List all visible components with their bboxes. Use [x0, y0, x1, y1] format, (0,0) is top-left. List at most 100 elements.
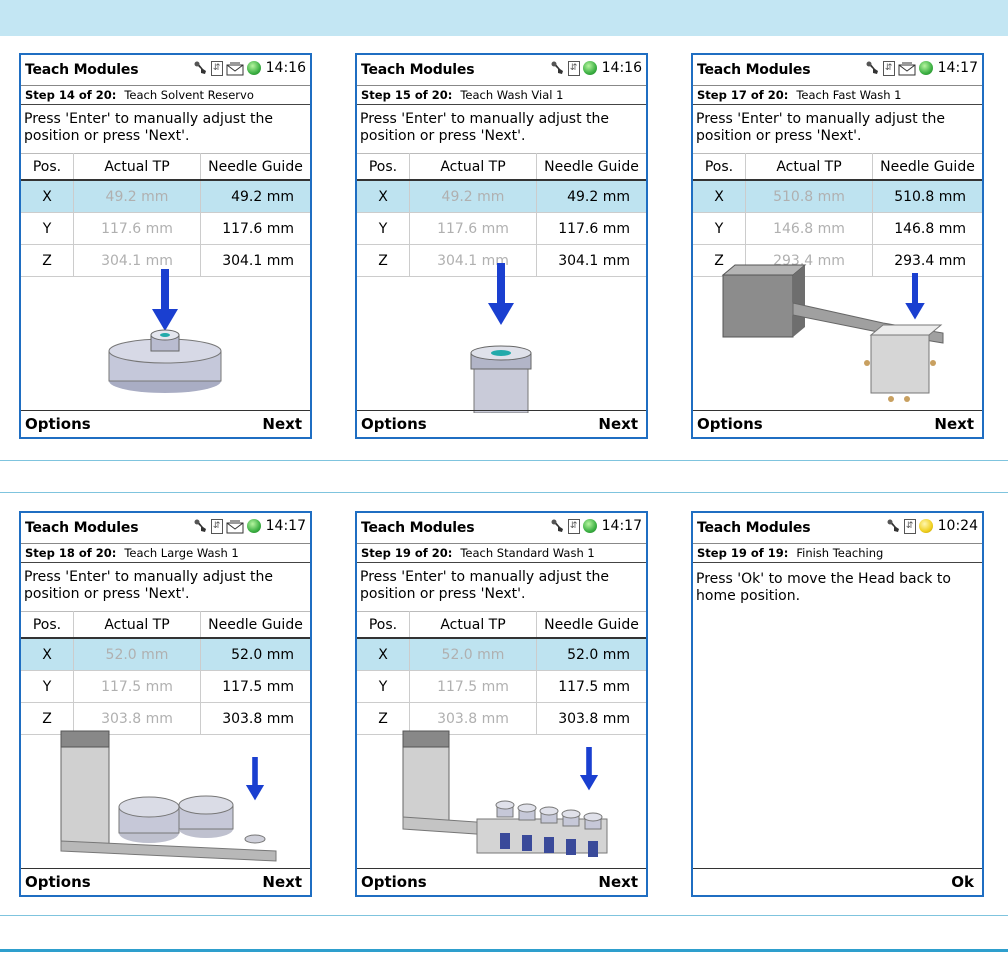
actual-tp-cell: 52.0 mm	[73, 638, 201, 671]
status-bar: ⇵ 14:16	[550, 60, 642, 76]
next-button[interactable]: Next	[598, 415, 638, 433]
step-number: Step 15 of 20:	[361, 88, 453, 102]
options-button[interactable]: Options	[361, 873, 427, 891]
table-header: Pos. Actual TP Needle Guide	[21, 153, 310, 181]
table-row[interactable]: Y 117.5 mm 117.5 mm	[21, 670, 310, 703]
options-button[interactable]: Options	[25, 873, 91, 891]
screen-title: Teach Modules	[361, 520, 475, 536]
column-header: Actual TP	[409, 153, 537, 181]
status-bar: ⇵ 10:24	[886, 518, 978, 534]
table-row[interactable]: Y 117.5 mm 117.5 mm	[357, 670, 646, 703]
table-row[interactable]: X 52.0 mm 52.0 mm	[21, 638, 310, 671]
softkey-bar: Options Next	[357, 868, 646, 895]
column-header: Needle Guide	[536, 153, 646, 181]
position-table: Pos. Actual TP Needle Guide X 52.0 mm 52.0…	[357, 611, 646, 735]
wrench-icon	[865, 61, 880, 76]
table-row[interactable]: X 49.2 mm 49.2 mm	[357, 180, 646, 213]
module-illustration	[693, 263, 982, 413]
step-number: Step 14 of 20:	[25, 88, 117, 102]
needle-guide-cell: 52.0 mm	[200, 638, 310, 671]
table-row[interactable]: X 510.8 mm 510.8 mm	[693, 180, 982, 213]
column-header: Pos.	[693, 153, 746, 181]
screen-title: Teach Modules	[361, 62, 475, 78]
position-table: Pos. Actual TP Needle Guide X 52.0 mm 52.0…	[21, 611, 310, 735]
screen-header: Teach Modules ⇵ 10:24	[693, 513, 982, 544]
module-illustration	[357, 721, 646, 871]
position-table: Pos. Actual TP Needle Guide X 510.8 mm 510…	[693, 153, 982, 277]
needle-guide-cell: 52.0 mm	[536, 638, 646, 671]
pos-cell: X	[21, 180, 74, 213]
options-button[interactable]: Options	[361, 415, 427, 433]
module-illustration	[21, 721, 310, 871]
actual-tp-cell: 117.5 mm	[409, 670, 537, 703]
usb-icon: ⇵	[903, 518, 916, 534]
status-bar: ⇵ 14:17	[550, 518, 642, 534]
screen-title: Teach Modules	[25, 62, 139, 78]
step-name: Teach Solvent Reservo	[124, 88, 254, 102]
next-button[interactable]: Next	[262, 873, 302, 891]
position-table: Pos. Actual TP Needle Guide X 49.2 mm 49.2…	[21, 153, 310, 277]
options-button[interactable]: Options	[697, 415, 763, 433]
row-divider	[0, 915, 1008, 916]
usb-icon: ⇵	[567, 518, 580, 534]
status-bar: ⇵ 14:16	[193, 60, 306, 76]
next-button[interactable]: Next	[934, 415, 974, 433]
teach-screen: Teach Modules ⇵ 14:17 Step 17 of 20: Teac…	[691, 53, 984, 439]
table-header: Pos. Actual TP Needle Guide	[21, 611, 310, 639]
step-line: Step 19 of 19: Finish Teaching	[693, 544, 982, 563]
pos-cell: Y	[357, 670, 410, 703]
table-header: Pos. Actual TP Needle Guide	[357, 153, 646, 181]
mail-icon	[226, 519, 244, 534]
table-row[interactable]: Y 117.6 mm 117.6 mm	[21, 212, 310, 245]
teach-screen: Teach Modules ⇵ 10:24 Step 19 of 19: Fini…	[691, 511, 984, 897]
screen-header: Teach Modules ⇵ 14:17	[21, 513, 310, 544]
column-header: Needle Guide	[872, 153, 982, 181]
column-header: Pos.	[21, 153, 74, 181]
column-header: Actual TP	[745, 153, 873, 181]
status-bar: ⇵ 14:17	[865, 60, 978, 76]
screen-title: Teach Modules	[25, 520, 139, 536]
table-row[interactable]: Y 117.6 mm 117.6 mm	[357, 212, 646, 245]
column-header: Needle Guide	[200, 611, 310, 639]
softkey-bar: Options Next	[21, 410, 310, 437]
step-number: Step 19 of 20:	[361, 546, 453, 560]
column-header: Pos.	[357, 153, 410, 181]
next-button[interactable]: Next	[262, 415, 302, 433]
actual-tp-cell: 117.6 mm	[409, 212, 537, 245]
ok-button[interactable]: Ok	[951, 873, 974, 891]
pos-cell: Y	[21, 212, 74, 245]
step-number: Step 19 of 19:	[697, 546, 789, 560]
table-row[interactable]: X 52.0 mm 52.0 mm	[357, 638, 646, 671]
teach-screen: Teach Modules ⇵ 14:17 Step 19 of 20: Teac…	[355, 511, 648, 897]
column-header: Needle Guide	[200, 153, 310, 181]
clock: 14:17	[937, 60, 978, 76]
step-number: Step 18 of 20:	[25, 546, 117, 560]
wrench-icon	[193, 519, 208, 534]
row-divider	[0, 460, 1008, 461]
status-led-icon	[918, 519, 933, 533]
pos-cell: X	[357, 180, 410, 213]
column-header: Needle Guide	[536, 611, 646, 639]
step-number: Step 17 of 20:	[697, 88, 789, 102]
arrow-down-icon	[152, 269, 178, 331]
options-button[interactable]: Options	[25, 415, 91, 433]
clock: 14:16	[265, 60, 306, 76]
position-table: Pos. Actual TP Needle Guide X 49.2 mm 49.2…	[357, 153, 646, 277]
status-led-icon	[246, 61, 261, 75]
table-header: Pos. Actual TP Needle Guide	[357, 611, 646, 639]
usb-icon: ⇵	[567, 60, 580, 76]
table-row[interactable]: X 49.2 mm 49.2 mm	[21, 180, 310, 213]
softkey-bar: Options Next	[357, 410, 646, 437]
usb-icon: ⇵	[882, 60, 895, 76]
actual-tp-cell: 146.8 mm	[745, 212, 873, 245]
clock: 10:24	[937, 518, 978, 534]
step-line: Step 17 of 20: Teach Fast Wash 1	[693, 86, 982, 105]
table-row[interactable]: Y 146.8 mm 146.8 mm	[693, 212, 982, 245]
instruction-text: Press 'Enter' to manually adjust the pos…	[696, 111, 946, 144]
next-button[interactable]: Next	[598, 873, 638, 891]
arrow-down-icon	[245, 757, 265, 801]
clock: 14:16	[601, 60, 642, 76]
screen-header: Teach Modules ⇵ 14:16	[357, 55, 646, 86]
status-led-icon	[582, 61, 597, 75]
status-led-icon	[582, 519, 597, 533]
